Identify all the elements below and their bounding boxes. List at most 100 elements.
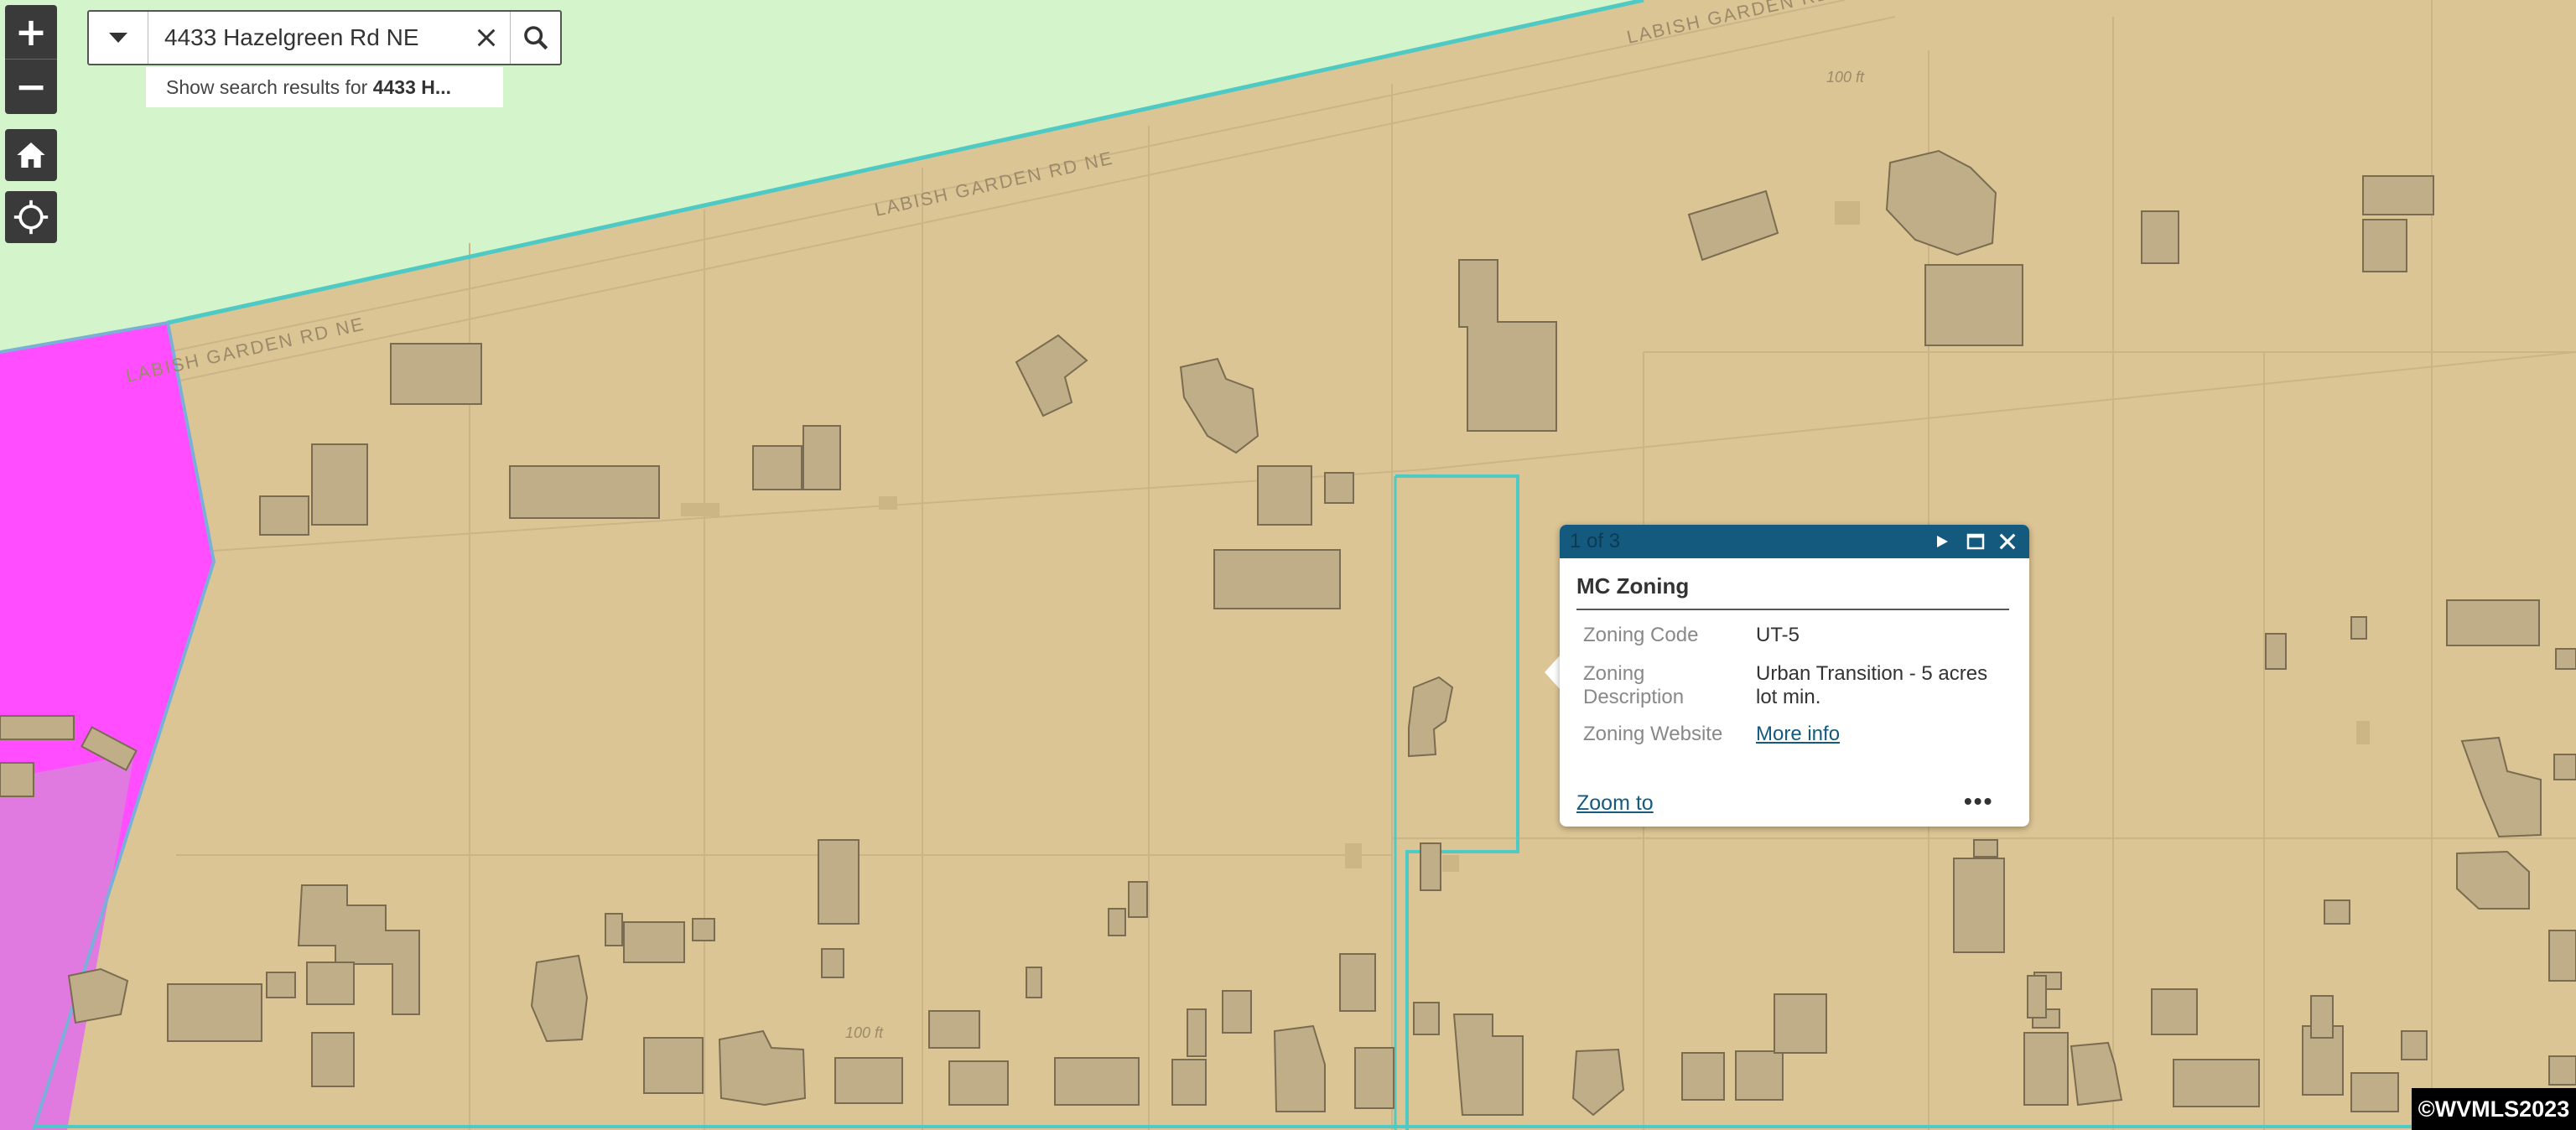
building: [623, 921, 685, 963]
building: [1339, 953, 1376, 1012]
locate-icon: [13, 200, 49, 235]
zoom-to-link[interactable]: Zoom to: [1576, 791, 1654, 816]
building: [1973, 839, 1998, 858]
building: [167, 983, 262, 1042]
building: [2548, 930, 2576, 982]
building: [311, 1032, 355, 1087]
building: [1953, 858, 2005, 953]
popup-pointer: [1545, 654, 1561, 691]
building: [2350, 1072, 2399, 1112]
building: [2362, 219, 2407, 272]
building: [2141, 210, 2179, 264]
building: [2401, 1030, 2428, 1060]
field-label: Zoning Code: [1583, 624, 1699, 646]
building: [643, 1037, 704, 1094]
building: [834, 1057, 903, 1104]
building: [311, 443, 368, 526]
home-icon: [17, 143, 45, 168]
building: [259, 495, 309, 536]
zoom-in-button[interactable]: +: [5, 5, 57, 60]
popup-divider: [1576, 609, 2009, 610]
building: [1735, 1050, 1784, 1101]
search-input[interactable]: [164, 12, 449, 64]
building: [1681, 1052, 1725, 1101]
popup-header: 1 of 3: [1560, 525, 2029, 558]
copyright-badge: ©WVMLS2023: [2412, 1088, 2576, 1130]
search-button[interactable]: [510, 12, 561, 64]
building: [802, 425, 841, 490]
scale-label: 100 ft: [1826, 69, 1865, 86]
building: [948, 1060, 1009, 1106]
building: [0, 762, 34, 797]
building: [2446, 599, 2540, 646]
building: [509, 465, 660, 519]
building: [1054, 1057, 1140, 1106]
building: [2553, 754, 2576, 780]
dropdown-caret-icon: [109, 33, 127, 43]
building: [1924, 264, 2023, 346]
building: [266, 972, 296, 998]
search-widget: [87, 10, 562, 65]
building: [818, 839, 860, 925]
search-icon: [524, 26, 548, 50]
popup-paging: 1 of 3: [1570, 530, 1621, 552]
building: [752, 445, 802, 490]
building: [2555, 648, 2576, 670]
field-value: Urban Transition - 5 acres lot min.: [1756, 662, 1988, 708]
building: [2023, 1032, 2069, 1106]
building: [390, 343, 482, 405]
building: [1273, 1024, 1326, 1112]
field-value: More info: [1756, 723, 2007, 746]
building: [2265, 633, 2287, 670]
search-source-dropdown[interactable]: [89, 12, 148, 64]
building: [1222, 990, 1252, 1034]
building: [1420, 842, 1441, 891]
building: [2350, 616, 2367, 640]
popup-maximize-button[interactable]: [1961, 525, 1991, 558]
building: [2173, 1059, 2260, 1107]
building: [2548, 1055, 2576, 1086]
building: [306, 962, 355, 1005]
feature-popup: 1 of 3 MC Zoning Zoning Code UT-5 Zoning…: [1560, 525, 2029, 827]
locate-button[interactable]: [5, 191, 57, 243]
building: [928, 1010, 980, 1049]
building: [1354, 1047, 1394, 1109]
field-label: Zoning Website: [1583, 723, 1723, 745]
building: [692, 918, 715, 941]
suggestion-prefix: Show search results for: [166, 75, 373, 98]
maximize-icon: [1966, 533, 1985, 550]
building: [2362, 175, 2434, 215]
building: [1128, 881, 1148, 918]
building: [2027, 975, 2047, 1019]
next-icon: [1937, 536, 1948, 547]
building: [2324, 899, 2350, 925]
building: [1026, 967, 1042, 998]
zoom-out-button[interactable]: −: [5, 60, 57, 113]
home-button[interactable]: [5, 129, 57, 181]
building: [1257, 465, 1312, 526]
clear-icon: [477, 29, 496, 47]
map-canvas[interactable]: LABISH GARDEN RD NE LABISH GARDEN RD NE …: [0, 0, 2576, 1130]
search-suggestion[interactable]: Show search results for 4433 H...: [146, 67, 503, 107]
building: [1108, 908, 1126, 936]
building: [1413, 1002, 1440, 1035]
popup-next-button[interactable]: [1927, 525, 1957, 558]
field-value: UT-5: [1756, 624, 1800, 646]
building: [2310, 995, 2334, 1039]
close-icon: [1999, 533, 2016, 550]
popup-title: MC Zoning: [1576, 573, 1690, 599]
building: [821, 948, 844, 978]
popup-more-button[interactable]: •••: [1964, 788, 1993, 815]
search-clear-button[interactable]: [463, 12, 510, 64]
building: [2151, 988, 2198, 1035]
building: [1187, 1008, 1207, 1057]
building: [67, 967, 129, 1024]
building: [1774, 993, 1827, 1054]
building: [605, 913, 623, 946]
popup-close-button[interactable]: [1991, 525, 2024, 558]
building: [0, 715, 75, 740]
zoom-control: + −: [5, 5, 57, 114]
building: [1213, 549, 1341, 609]
more-info-link[interactable]: More info: [1756, 723, 1840, 745]
scale-label: 100 ft: [845, 1024, 884, 1041]
